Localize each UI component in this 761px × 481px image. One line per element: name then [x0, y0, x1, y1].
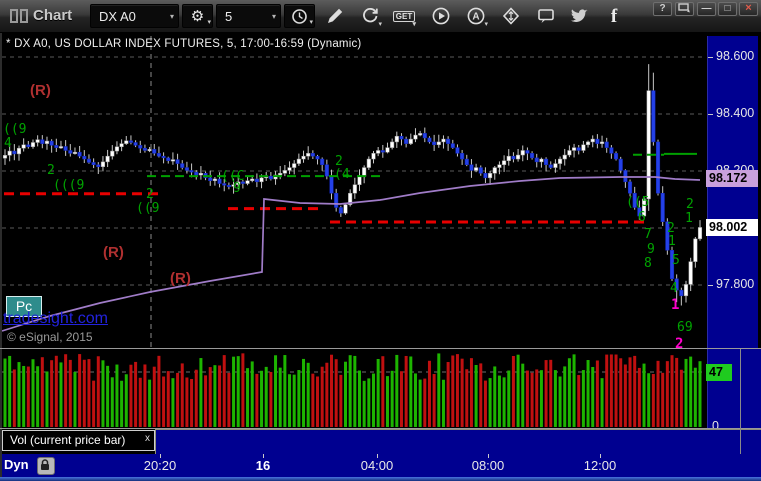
indicator-annotation: (4	[334, 167, 350, 182]
interval-select[interactable]: 5	[216, 4, 281, 28]
lock-icon	[41, 459, 49, 470]
replay-button[interactable]	[428, 4, 454, 29]
indicator-annotation: 9	[647, 242, 655, 257]
close-button[interactable]: ×	[739, 2, 758, 16]
tab-row-splitter[interactable]	[0, 428, 761, 429]
dock-icon	[678, 3, 690, 13]
minimize-button[interactable]: —	[697, 2, 716, 16]
price-tick	[708, 57, 713, 58]
indicator-annotation: 2	[686, 197, 694, 212]
window-left-edge	[0, 33, 2, 477]
chevron-down-icon	[484, 21, 488, 28]
lock-button[interactable]	[37, 457, 55, 475]
help-button[interactable]: ?	[653, 2, 672, 16]
close-icon[interactable]: x	[145, 429, 150, 448]
tab-row-background	[155, 429, 761, 454]
price-tick-label: 98.600	[716, 49, 755, 63]
time-tick-label: 04:00	[360, 458, 394, 473]
pencil-icon	[328, 8, 343, 23]
refresh-icon	[363, 8, 378, 23]
axis-border-line	[740, 349, 741, 454]
indicator-annotation: 69	[677, 320, 693, 335]
chevron-down-icon	[170, 5, 174, 29]
titlebar: Chart DX A0 ⚙ 5	[0, 0, 761, 33]
indicator-annotation: (((9	[53, 178, 84, 193]
reload-button[interactable]	[357, 4, 383, 29]
price-tick	[708, 285, 713, 286]
share-facebook-button[interactable]: f	[601, 4, 627, 29]
time-template-button[interactable]	[284, 4, 315, 28]
indicator-annotation: 9	[233, 181, 241, 196]
time-tick-label: 08:00	[471, 458, 505, 473]
price-tick	[708, 114, 713, 115]
resistance-label: (R)	[30, 82, 51, 99]
auto-a-icon: A	[467, 7, 485, 25]
chart-header-line: * DX A0, US DOLLAR INDEX FUTURES, 5, 17:…	[6, 38, 362, 50]
time-tick-label: 12:00	[583, 458, 617, 473]
time-axis[interactable]: Dyn 20:20 16 04:00 08:00 12:00	[0, 454, 761, 477]
indicator-annotation: 1	[685, 211, 693, 226]
volume-tag-value: 47	[706, 363, 732, 381]
chart-canvas[interactable]: ((942(((92((9((C92(4((567982121541692(R)…	[0, 33, 761, 477]
chevron-down-icon	[412, 21, 416, 28]
window-bottom-edge	[0, 477, 761, 481]
indicator-annotation: 6	[638, 210, 646, 225]
maximize-button[interactable]: □	[718, 2, 737, 16]
chevron-down-icon	[272, 5, 276, 29]
volume-study-tab[interactable]: Vol (current price bar) x	[2, 430, 155, 451]
settings-button[interactable]: ⚙	[182, 4, 213, 28]
clock-icon	[292, 9, 307, 24]
time-tick-label: 20:20	[143, 458, 177, 473]
facebook-icon: f	[610, 6, 618, 27]
price-tag-value: 98.172	[706, 170, 760, 188]
resistance-label: (R)	[170, 270, 191, 287]
alerts-button[interactable]	[498, 4, 524, 29]
window-title: Chart	[33, 7, 73, 24]
symbol-value: DX A0	[99, 9, 136, 24]
draw-tool-button[interactable]	[322, 4, 348, 29]
symbol-select[interactable]: DX A0	[90, 4, 179, 28]
chevron-down-icon	[207, 19, 211, 26]
indicator-annotation: 7	[644, 227, 652, 242]
indicator-annotation: ((9	[3, 122, 26, 137]
comment-icon	[538, 9, 554, 23]
price-tick-label: 97.800	[716, 277, 755, 291]
resistance-label: (R)	[103, 244, 124, 261]
indicator-annotation: 1	[671, 297, 679, 313]
dock-button[interactable]	[675, 2, 694, 16]
interval-value: 5	[225, 9, 233, 24]
indicator-annotation: 5	[672, 253, 680, 268]
chevron-down-icon	[309, 19, 313, 26]
indicator-annotation: 2	[47, 163, 55, 178]
indicator-annotation: ((5	[626, 195, 649, 210]
indicator-annotation: 2	[146, 187, 154, 202]
indicator-annotation: 2	[675, 336, 683, 352]
chevron-down-icon	[378, 21, 382, 28]
pane-splitter[interactable]	[0, 348, 761, 349]
dynamic-mode-label: Dyn	[4, 457, 29, 472]
copyright-text: © eSignal, 2015	[7, 330, 93, 344]
auto-trade-button[interactable]: A	[463, 4, 489, 29]
indicator-annotation: 8	[644, 256, 652, 271]
volume-tab-label: Vol (current price bar)	[10, 433, 126, 447]
diamond-icon	[502, 7, 520, 25]
share-twitter-button[interactable]	[566, 4, 592, 29]
indicator-annotation: 4	[670, 281, 678, 296]
indicator-annotation: 1	[668, 234, 676, 249]
play-icon	[432, 7, 450, 25]
price-tick-label: 98.400	[716, 106, 755, 120]
notes-button[interactable]	[533, 4, 559, 29]
svg-text:A: A	[472, 12, 479, 23]
get-data-button[interactable]: GET	[391, 4, 417, 29]
twitter-icon	[570, 9, 588, 23]
time-tick-label: 16	[255, 458, 271, 473]
tradesight-link[interactable]: tradesight.com	[3, 310, 108, 328]
gear-icon: ⚙	[190, 8, 205, 25]
price-tag-value: 98.002	[706, 218, 760, 236]
esignal-chart-window: Chart DX A0 ⚙ 5	[0, 0, 761, 481]
indicator-annotation: ((9	[136, 201, 159, 216]
price-axis[interactable]: 98.60098.40098.20097.80098.17298.002	[706, 36, 760, 348]
indicator-annotation: 4	[4, 136, 12, 151]
window-icon	[10, 9, 30, 23]
